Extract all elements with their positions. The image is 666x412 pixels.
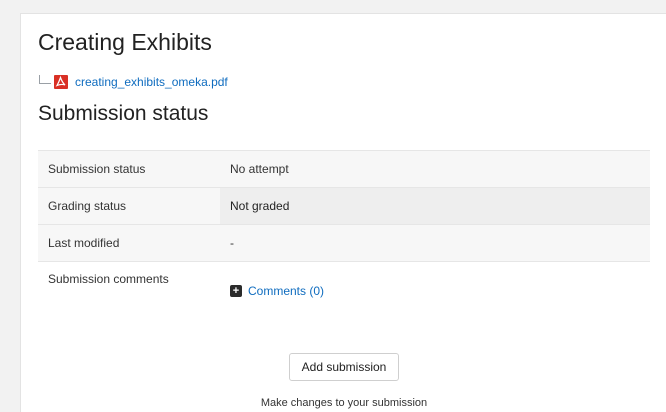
attachment-row: creating_exhibits_omeka.pdf xyxy=(39,74,228,90)
row-label: Submission comments xyxy=(38,261,220,324)
row-value: - xyxy=(220,224,650,262)
row-label: Grading status xyxy=(38,187,220,225)
submission-help-text: Make changes to your submission xyxy=(260,397,428,409)
submission-status-heading: Submission status xyxy=(38,102,209,125)
add-submission-button[interactable]: Add submission xyxy=(289,353,399,381)
table-row: Submission comments + Comments (0) xyxy=(38,261,650,324)
page-title: Creating Exhibits xyxy=(38,29,212,55)
submission-status-table: Submission status No attempt Grading sta… xyxy=(38,150,650,324)
table-row: Last modified - xyxy=(38,224,650,262)
comments-toggle[interactable]: + Comments (0) xyxy=(230,284,650,298)
row-label: Submission status xyxy=(38,150,220,188)
row-value: Not graded xyxy=(220,187,650,225)
plus-icon[interactable]: + xyxy=(230,285,242,297)
pdf-file-icon xyxy=(54,75,68,89)
attachment-link[interactable]: creating_exhibits_omeka.pdf xyxy=(75,75,228,89)
table-row: Grading status Not graded xyxy=(38,187,650,225)
row-value: + Comments (0) xyxy=(220,261,650,324)
tree-connector xyxy=(39,74,51,84)
comments-link[interactable]: Comments (0) xyxy=(248,284,324,298)
row-value: No attempt xyxy=(220,150,650,188)
assignment-card: Creating Exhibits creating_exhibits_omek… xyxy=(20,13,666,412)
row-label: Last modified xyxy=(38,224,220,262)
table-row: Submission status No attempt xyxy=(38,150,650,188)
